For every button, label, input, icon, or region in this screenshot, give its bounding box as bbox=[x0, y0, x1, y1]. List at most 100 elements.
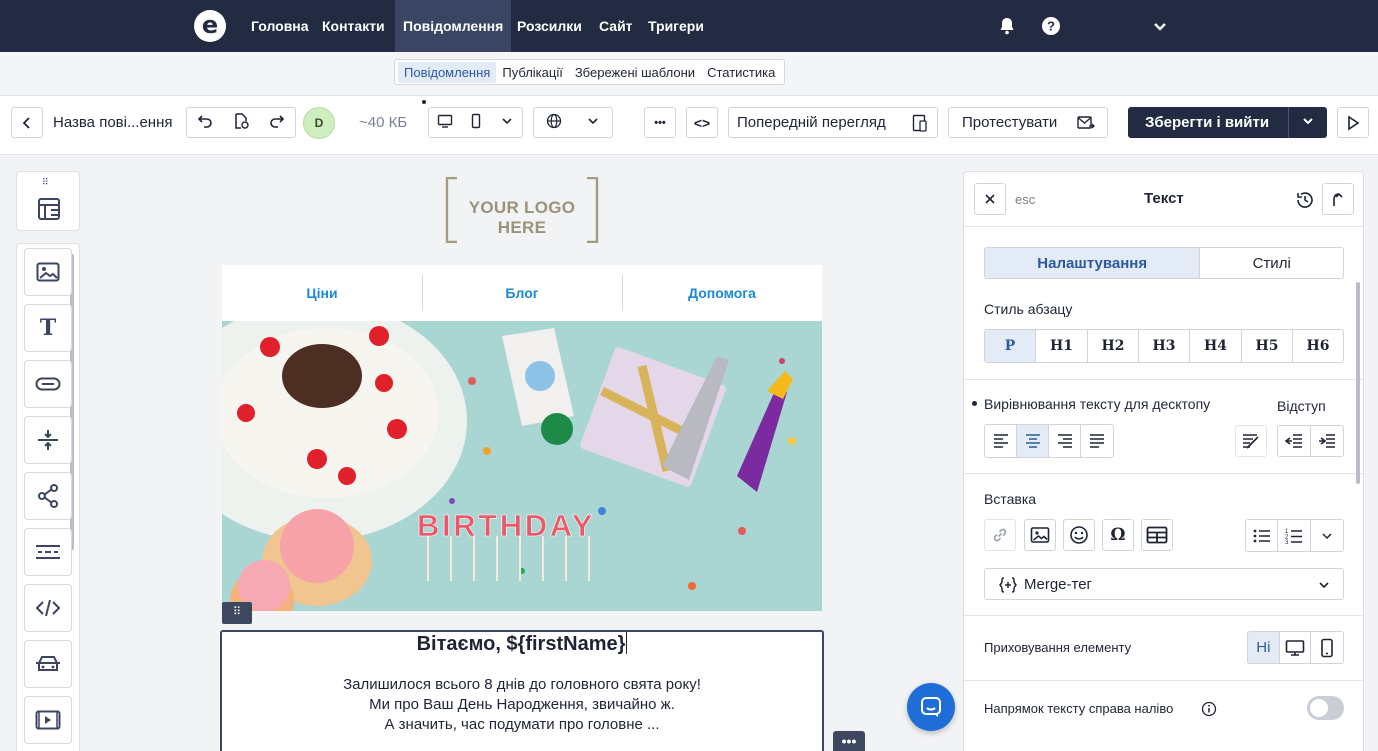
chat-support-button[interactable] bbox=[907, 683, 955, 731]
send-mail-icon bbox=[1077, 115, 1095, 135]
align-center-icon[interactable] bbox=[1017, 425, 1049, 457]
menu-link-help[interactable]: Допомога bbox=[622, 285, 822, 301]
preview-button[interactable]: Попередній перегляд bbox=[728, 107, 938, 138]
collapse-panel-button[interactable] bbox=[1322, 183, 1354, 215]
subnav-statistics[interactable]: Статистика bbox=[701, 62, 781, 83]
insert-image-icon[interactable] bbox=[1024, 519, 1056, 551]
layout-icon[interactable] bbox=[37, 197, 61, 226]
merge-tag-dropdown[interactable]: Merge-тег bbox=[984, 568, 1344, 600]
greeting-heading[interactable]: Вітаємо, ${firstName} bbox=[222, 632, 822, 656]
desktop-icon[interactable] bbox=[1280, 632, 1312, 663]
menu-link-prices[interactable]: Ціни bbox=[222, 285, 422, 301]
tab-settings[interactable]: Налаштування bbox=[985, 248, 1201, 278]
language-selector[interactable] bbox=[533, 107, 613, 138]
style-h6[interactable]: H6 bbox=[1293, 330, 1343, 362]
info-icon[interactable] bbox=[1201, 701, 1217, 722]
close-button[interactable] bbox=[974, 183, 1006, 215]
hide-element-label: Приховування елементу bbox=[984, 640, 1132, 655]
body-line-2: Ми про Ваш День Народження, звичайно ж. bbox=[369, 696, 675, 713]
text-block[interactable]: Вітаємо, ${firstName} Залишилося всього … bbox=[220, 630, 824, 751]
emoji-icon[interactable] bbox=[1063, 519, 1095, 551]
settings-tabs: Налаштування Стилі bbox=[984, 247, 1344, 279]
link-icon[interactable] bbox=[984, 519, 1016, 551]
nav-campaigns[interactable]: Розсилки bbox=[517, 0, 582, 52]
rtl-toggle[interactable] bbox=[1307, 696, 1344, 720]
layout-blocks-panel: ⠿ bbox=[16, 171, 80, 231]
drag-handle[interactable]: ⠿ bbox=[222, 602, 252, 624]
style-p[interactable]: P bbox=[985, 330, 1036, 362]
menu-link-blog[interactable]: Блог bbox=[422, 285, 622, 301]
modified-indicator bbox=[972, 401, 977, 406]
play-button[interactable] bbox=[1337, 107, 1369, 138]
clear-format-icon[interactable] bbox=[1235, 425, 1267, 457]
save-and-exit-button[interactable]: Зберегти і вийти bbox=[1128, 107, 1327, 138]
video-block-tool[interactable] bbox=[24, 696, 72, 744]
special-character-icon[interactable]: Ω bbox=[1102, 519, 1134, 551]
panel-scrollbar[interactable] bbox=[1356, 282, 1360, 484]
list-selector: 123 bbox=[1245, 519, 1344, 552]
app-logo[interactable]: e bbox=[194, 10, 226, 42]
align-justify-icon[interactable] bbox=[1081, 425, 1113, 457]
button-block-tool[interactable] bbox=[24, 360, 72, 408]
redo-icon[interactable] bbox=[269, 113, 285, 133]
back-button[interactable] bbox=[11, 107, 43, 138]
save-label: Зберегти і вийти bbox=[1145, 114, 1270, 131]
spacer-block-tool[interactable] bbox=[24, 528, 72, 576]
align-left-icon[interactable] bbox=[985, 425, 1017, 457]
chevron-down-icon[interactable] bbox=[1300, 113, 1316, 133]
product-block-tool[interactable] bbox=[24, 640, 72, 688]
nav-triggers[interactable]: Тригери bbox=[648, 0, 704, 52]
test-button[interactable]: Протестувати bbox=[948, 107, 1108, 138]
social-block-tool[interactable] bbox=[24, 472, 72, 520]
style-h2[interactable]: H2 bbox=[1088, 330, 1139, 362]
outdent-icon[interactable] bbox=[1278, 426, 1311, 456]
text-settings-panel: esc Текст Налаштування Стилі Стиль абзац… bbox=[963, 171, 1364, 751]
nav-home[interactable]: Головна bbox=[251, 0, 309, 52]
subnav-saved-templates[interactable]: Збережені шаблони bbox=[569, 62, 701, 83]
avatar[interactable]: D bbox=[303, 107, 335, 139]
divider-block-tool[interactable] bbox=[24, 416, 72, 464]
drag-grip-icon[interactable]: ⠿ bbox=[42, 177, 50, 188]
subnav-messages[interactable]: Повідомлення bbox=[398, 61, 497, 83]
subnav-publications[interactable]: Публікації bbox=[496, 62, 568, 83]
numbered-list-icon[interactable]: 123 bbox=[1278, 520, 1311, 551]
more-options-button[interactable]: ••• bbox=[644, 107, 676, 138]
html-block-tool[interactable] bbox=[24, 584, 72, 632]
mobile-icon[interactable] bbox=[468, 113, 484, 133]
insert-table-icon[interactable] bbox=[1141, 519, 1173, 551]
style-h4[interactable]: H4 bbox=[1190, 330, 1242, 362]
image-block-tool[interactable] bbox=[24, 248, 72, 296]
chevron-down-icon[interactable] bbox=[1311, 520, 1343, 551]
tab-styles[interactable]: Стилі bbox=[1200, 248, 1343, 278]
code-icon bbox=[35, 599, 61, 617]
history-icon[interactable] bbox=[1295, 190, 1315, 215]
align-right-icon[interactable] bbox=[1049, 425, 1081, 457]
text-block-tool[interactable]: T bbox=[24, 304, 72, 352]
style-h3[interactable]: H3 bbox=[1139, 330, 1190, 362]
document-history-icon[interactable] bbox=[233, 112, 249, 133]
nav-contacts[interactable]: Контакти bbox=[322, 0, 385, 52]
undo-icon[interactable] bbox=[197, 113, 213, 133]
email-logo-placeholder[interactable]: YOUR LOGO HERE bbox=[445, 177, 599, 243]
hide-none-option[interactable]: Ні bbox=[1248, 632, 1280, 663]
car-icon bbox=[36, 656, 60, 671]
help-icon[interactable]: ? bbox=[1041, 16, 1061, 36]
nav-messages[interactable]: Повідомлення bbox=[395, 0, 512, 52]
code-view-button[interactable]: <> bbox=[686, 107, 718, 138]
indent-icon[interactable] bbox=[1311, 426, 1344, 456]
bullet-list-icon[interactable] bbox=[1246, 520, 1279, 551]
hero-image[interactable]: BIRTHDAY bbox=[222, 321, 822, 611]
message-name[interactable]: Назва пові...ення bbox=[53, 114, 173, 131]
birthday-candles: BIRTHDAY bbox=[417, 508, 595, 543]
block-more-button[interactable]: ••• bbox=[833, 731, 865, 751]
desktop-icon[interactable] bbox=[437, 113, 453, 133]
chevron-down-icon[interactable] bbox=[500, 114, 514, 132]
device-toggle bbox=[428, 107, 523, 138]
body-line-1: Залишилося всього 8 днів до головного св… bbox=[343, 676, 701, 693]
style-h1[interactable]: H1 bbox=[1036, 330, 1088, 362]
chevron-down-icon[interactable] bbox=[1150, 16, 1170, 36]
nav-site[interactable]: Сайт bbox=[599, 0, 633, 52]
bell-icon[interactable] bbox=[997, 16, 1017, 36]
mobile-icon[interactable] bbox=[1311, 632, 1343, 663]
style-h5[interactable]: H5 bbox=[1242, 330, 1293, 362]
